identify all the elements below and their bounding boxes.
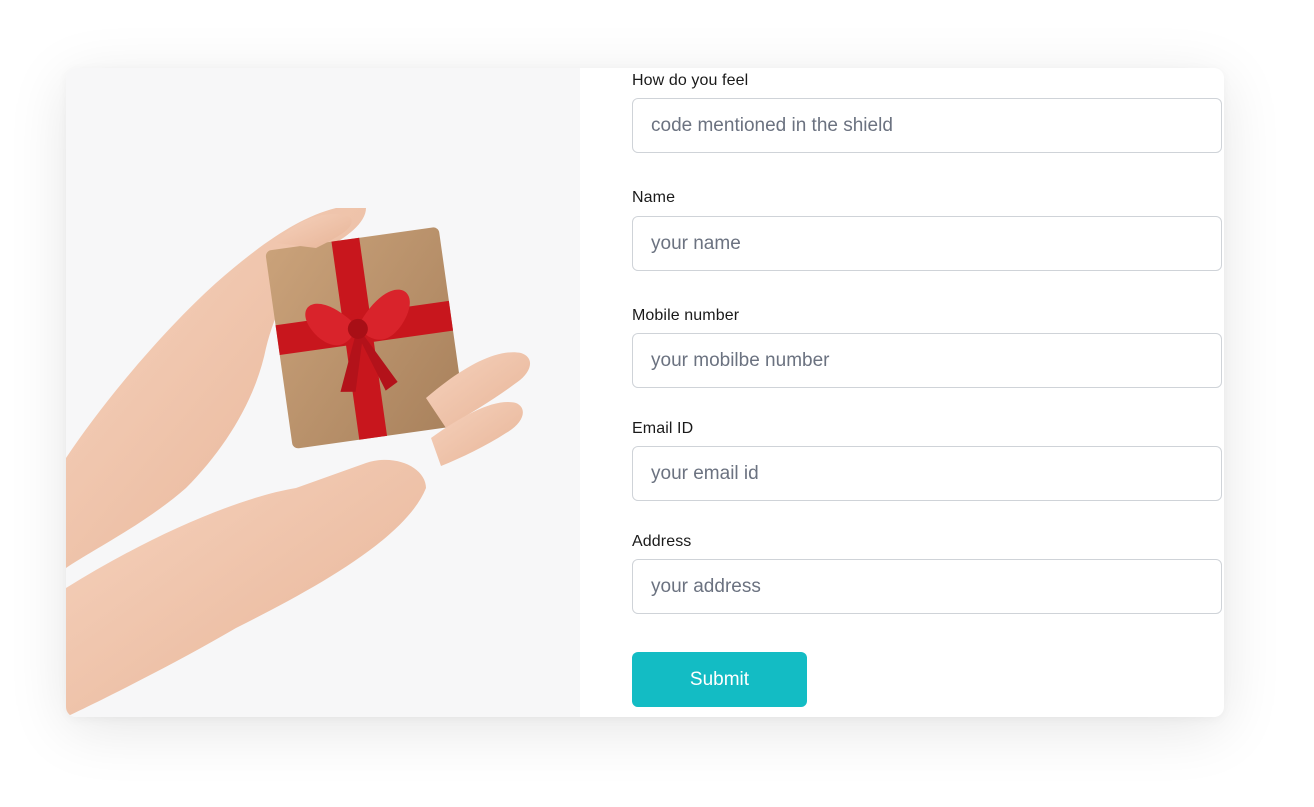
email-input[interactable] — [632, 446, 1222, 501]
mobile-label: Mobile number — [632, 307, 740, 324]
address-input[interactable] — [632, 559, 1222, 614]
address-label: Address — [632, 533, 692, 550]
feel-input[interactable] — [632, 98, 1222, 153]
gift-hands-illustration — [66, 68, 580, 717]
name-input[interactable] — [632, 216, 1222, 271]
mobile-input[interactable] — [632, 333, 1222, 388]
gift-form-card: How do you feel Name Mobile number Email… — [66, 68, 1224, 717]
gift-box-image — [66, 68, 580, 717]
feel-label: How do you feel — [632, 72, 749, 89]
submit-button[interactable]: Submit — [632, 652, 807, 707]
email-label: Email ID — [632, 420, 694, 437]
name-label: Name — [632, 189, 676, 206]
contact-form: How do you feel Name Mobile number Email… — [632, 68, 1222, 717]
